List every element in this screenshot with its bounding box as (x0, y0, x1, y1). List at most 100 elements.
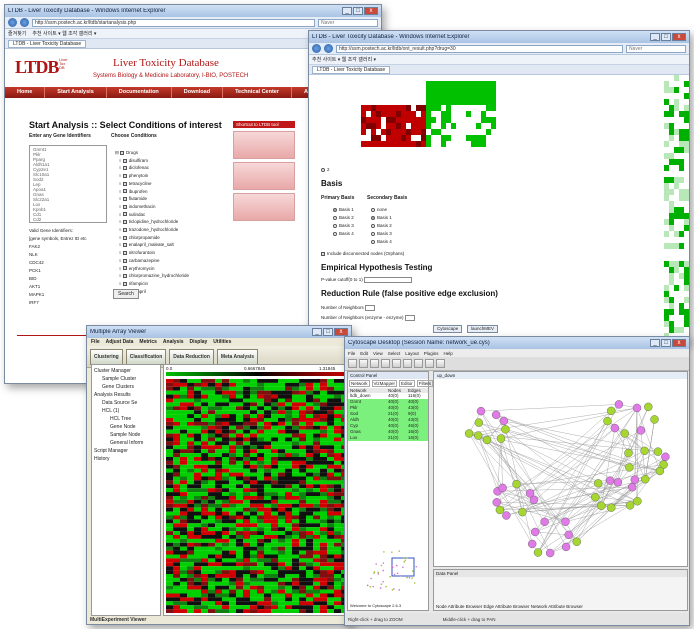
meta-analysis-button[interactable]: Meta Analysis (216, 348, 259, 365)
network-graph[interactable] (434, 379, 687, 566)
network-node[interactable] (464, 429, 474, 438)
include-orphans-checkbox[interactable]: Include disconnected nodes (Orphans) (321, 251, 404, 256)
primary-basis-1[interactable]: Basis 1 (333, 207, 354, 212)
menu-display[interactable]: Display (190, 339, 208, 345)
network-canvas[interactable]: up_down (433, 371, 688, 567)
url-field[interactable]: http://ssm.postech.ac.kr/ltdb/startanaly… (32, 18, 315, 27)
network-row[interactable]: Lox 21(0) 16(0) (348, 435, 428, 441)
back-icon[interactable] (8, 18, 17, 27)
secondary-basis-3[interactable]: Basis 3 (371, 231, 392, 236)
nav-documentation[interactable]: Documentation (107, 87, 172, 98)
radio-option[interactable]: 2 (321, 167, 330, 172)
favorites-items[interactable]: 추천 사이트 ▾ 웹 조각 갤러리 ▾ (312, 56, 376, 63)
minimize-button[interactable]: _ (342, 7, 352, 15)
search-field[interactable]: Naver (626, 44, 686, 53)
network-overview[interactable] (352, 532, 426, 606)
pvalue-field[interactable]: P-value cutoff(0 to 1) (321, 277, 412, 283)
drug-item[interactable]: ○ nitrofurantoin (115, 249, 189, 257)
network-node[interactable] (495, 505, 505, 515)
primary-basis-2[interactable]: Basis 2 (333, 215, 354, 220)
network-edge[interactable] (550, 505, 602, 554)
drug-item[interactable]: ○ tetracycline (115, 180, 189, 188)
tree-item[interactable]: History (94, 455, 158, 463)
drug-item[interactable]: ○ flutamide (115, 195, 189, 203)
network-node[interactable] (482, 435, 492, 445)
network-node[interactable] (630, 475, 639, 484)
network-edge[interactable] (500, 438, 503, 488)
network-node[interactable] (597, 501, 606, 510)
network-edge[interactable] (480, 404, 619, 412)
network-node[interactable] (591, 493, 600, 502)
menu-analysis[interactable]: Analysis (163, 339, 184, 345)
zoom-selected-icon[interactable] (414, 359, 423, 368)
network-node[interactable] (653, 447, 663, 456)
network-node[interactable] (641, 474, 650, 484)
network-node[interactable] (474, 418, 484, 427)
menu-help[interactable]: Help (444, 351, 453, 356)
network-node[interactable] (655, 466, 665, 476)
back-icon[interactable] (312, 44, 321, 53)
network-node[interactable] (496, 434, 506, 443)
tab-filters[interactable]: Filters (416, 380, 433, 387)
tab-vizmapper[interactable]: VizMapper (371, 380, 397, 387)
network-node[interactable] (593, 479, 603, 488)
tree-item[interactable]: General Inform (94, 439, 158, 447)
network-node[interactable] (540, 517, 549, 527)
network-node[interactable] (607, 503, 616, 512)
network-node[interactable] (512, 479, 521, 489)
secondary-basis-2[interactable]: Basis 2 (371, 223, 392, 228)
minimize-button[interactable]: _ (650, 339, 660, 347)
network-node[interactable] (572, 537, 581, 546)
drug-item[interactable]: ○ trazodone_hydrochloride (115, 226, 189, 234)
layout-icon[interactable] (436, 359, 445, 368)
drug-item[interactable]: ○ ibuprofen (115, 188, 189, 196)
drug-item[interactable]: ○ phenytoin (115, 172, 189, 180)
menu-adjust-data[interactable]: Adjust Data (106, 339, 134, 345)
new-network-icon[interactable] (348, 359, 357, 368)
network-node[interactable] (561, 542, 571, 552)
menu-select[interactable]: Select (388, 351, 401, 356)
menu-file[interactable]: File (348, 351, 355, 356)
tree-root[interactable]: ⊟ Drugs (115, 149, 189, 157)
neighbors-enzyme-field[interactable]: Number of Neighbors (enzyme - enzyme) (321, 315, 415, 321)
tree-item[interactable]: Sample Node (94, 431, 158, 439)
network-node[interactable] (473, 431, 483, 440)
drug-item[interactable]: ○ carbamazepine (115, 257, 189, 265)
close-button[interactable]: x (334, 328, 348, 336)
search-icon[interactable] (425, 359, 434, 368)
favorites-items[interactable]: 추천 사이트 ▾ 웹 조각 갤러리 ▾ (32, 30, 96, 37)
secondary-basis-4[interactable]: Basis 4 (371, 239, 392, 244)
network-node[interactable] (603, 416, 612, 426)
close-button[interactable]: x (364, 7, 378, 15)
expression-heatmap[interactable] (166, 379, 348, 615)
network-edge[interactable] (534, 420, 608, 533)
network-node[interactable] (525, 489, 535, 498)
network-edge[interactable] (503, 420, 659, 452)
tree-item[interactable]: Script Manager (94, 447, 158, 455)
network-node[interactable] (625, 463, 634, 472)
browser-tab[interactable]: LTDB - Liver Toxicity Database (312, 65, 391, 74)
menu-plugins[interactable]: Plugins (424, 351, 439, 356)
tree-item[interactable]: Sample Cluster (94, 375, 158, 383)
classification-button[interactable]: Classification (125, 348, 167, 365)
drug-item[interactable]: ○ indomethacin (115, 203, 189, 211)
clustering-button[interactable]: Clustering (90, 348, 123, 365)
secondary-basis-none[interactable]: none (371, 207, 387, 212)
maximize-button[interactable]: □ (323, 328, 333, 336)
network-node[interactable] (518, 507, 527, 517)
tree-item[interactable]: Cluster Manager (94, 367, 158, 375)
tab-network[interactable]: Network (349, 380, 370, 387)
network-node[interactable] (613, 478, 623, 487)
tree-item[interactable]: Gene Node (94, 423, 158, 431)
network-node[interactable] (498, 483, 507, 493)
network-node[interactable] (633, 497, 642, 506)
secondary-basis-1[interactable]: Basis 1 (371, 215, 392, 220)
save-icon[interactable] (370, 359, 379, 368)
drug-item[interactable]: ○ chlorpropamide (115, 234, 189, 242)
network-node[interactable] (644, 402, 653, 412)
drug-item[interactable]: ○ disulfiram (115, 157, 189, 165)
menu-layout[interactable]: Layout (405, 351, 419, 356)
menu-metrics[interactable]: Metrics (139, 339, 157, 345)
network-tab[interactable]: up_down (434, 372, 687, 379)
drug-item[interactable]: ○ ticlopidine_hydrochloride (115, 218, 189, 226)
